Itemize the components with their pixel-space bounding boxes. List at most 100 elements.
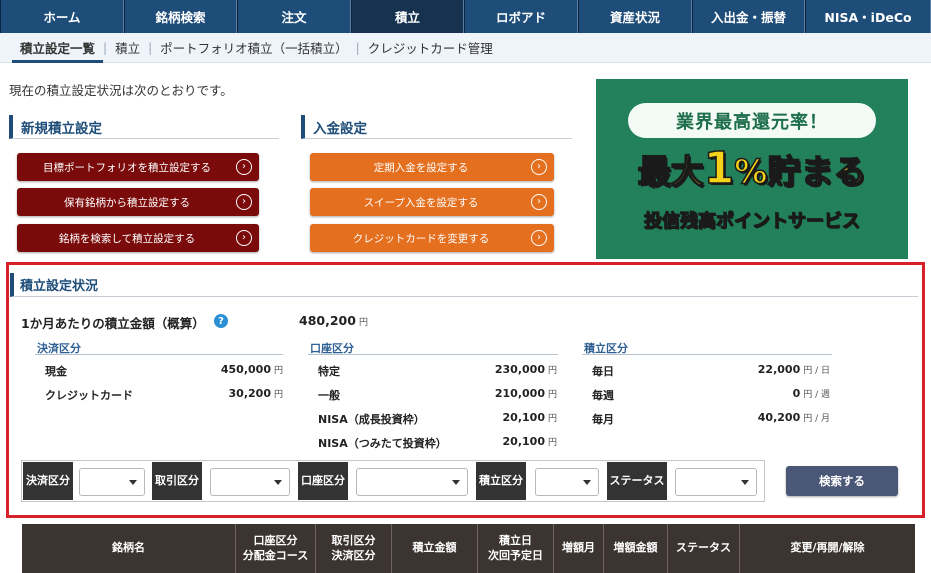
regular-deposit-label: 定期入金を設定する bbox=[373, 161, 469, 174]
account-row-value: 20,100 円 bbox=[457, 411, 557, 424]
status-heading: 積立設定状況 bbox=[10, 273, 918, 297]
chevron-down-icon bbox=[129, 480, 137, 485]
banner-pill: 業界最高還元率！ bbox=[628, 103, 876, 138]
filter-payment-select[interactable] bbox=[79, 468, 145, 496]
chevron-right-icon: › bbox=[236, 230, 252, 246]
account-row-label: NISA（つみたて投資枠） bbox=[318, 437, 447, 450]
nav-order[interactable]: 注文 bbox=[237, 0, 351, 33]
frequency-row-amount: 0 bbox=[792, 387, 801, 400]
chevron-right-icon: › bbox=[531, 194, 547, 210]
account-row-amount: 20,100 bbox=[502, 411, 545, 424]
account-row-value: 20,100 円 bbox=[457, 435, 557, 448]
col-date-next[interactable]: 積立日 次回予定日 bbox=[478, 524, 554, 573]
frequency-row-label: 毎月 bbox=[592, 413, 614, 426]
chevron-down-icon bbox=[452, 480, 460, 485]
search-stock-button[interactable]: 銘柄を検索して積立設定する › bbox=[17, 224, 259, 252]
promo-banner[interactable]: 業界最高還元率！ 最大1%貯まる 投信残高ポイントサービス bbox=[596, 79, 908, 259]
filter-account-select[interactable] bbox=[356, 468, 468, 496]
account-row-unit: 円 bbox=[547, 390, 557, 400]
monthly-amount-label: 1か月あたりの積立金額（概算） bbox=[21, 316, 205, 331]
chevron-right-icon: › bbox=[236, 159, 252, 175]
col-amount[interactable]: 積立金額 bbox=[392, 524, 478, 573]
payment-row-amount: 30,200 bbox=[228, 387, 271, 400]
frequency-group-heading: 積立区分 bbox=[582, 340, 832, 355]
subnav-credit-card[interactable]: クレジットカード管理 bbox=[360, 33, 501, 63]
help-icon[interactable]: ? bbox=[214, 314, 228, 328]
frequency-row-amount: 40,200 bbox=[757, 411, 801, 424]
search-stock-label: 銘柄を検索して積立設定する bbox=[58, 232, 196, 245]
sweep-deposit-label: スイープ入金を設定する bbox=[363, 196, 479, 209]
search-button[interactable]: 検索する bbox=[786, 466, 898, 496]
col-account-dividend[interactable]: 口座区分 分配金コース bbox=[236, 524, 316, 573]
filter-payment-label: 決済区分 bbox=[23, 462, 73, 500]
chevron-down-icon bbox=[583, 480, 591, 485]
col-trade-payment[interactable]: 取引区分 決済区分 bbox=[316, 524, 392, 573]
chevron-right-icon: › bbox=[531, 230, 547, 246]
change-credit-card-button[interactable]: クレジットカードを変更する › bbox=[310, 224, 554, 252]
change-credit-card-label: クレジットカードを変更する bbox=[352, 232, 490, 245]
account-row-value: 210,000 円 bbox=[457, 387, 557, 400]
account-group-heading: 口座区分 bbox=[308, 340, 558, 355]
col-increase-amount[interactable]: 増額金額 bbox=[604, 524, 668, 573]
banner-headline: 最大1%貯まる bbox=[596, 142, 908, 195]
monthly-amount-value: 480,200 円 bbox=[299, 313, 368, 328]
filter-frequency-select[interactable] bbox=[535, 468, 599, 496]
col-actions[interactable]: 変更/再開/解除 bbox=[740, 524, 915, 573]
frequency-row-value: 22,000 円 / 日 bbox=[710, 363, 830, 376]
payment-row-amount: 450,000 bbox=[220, 363, 271, 376]
payment-row-unit: 円 bbox=[273, 390, 283, 400]
subnav-portfolio-tsumitate[interactable]: ポートフォリオ積立（一括積立） bbox=[152, 33, 356, 63]
subnav-tsumitate-list[interactable]: 積立設定一覧 bbox=[12, 33, 104, 63]
account-row-unit: 円 bbox=[547, 414, 557, 424]
banner-headline-prefix: 最大 bbox=[637, 151, 705, 192]
top-nav: ホーム 銘柄検索 注文 積立 ロボアド 資産状況 入出金・振替 NISA・iDe… bbox=[0, 0, 931, 33]
target-portfolio-label: 目標ポートフォリオを積立設定する bbox=[43, 161, 211, 174]
new-tsumitate-heading: 新規積立設定 bbox=[9, 115, 279, 139]
frequency-row-label: 毎日 bbox=[592, 365, 614, 378]
nav-tsumitate[interactable]: 積立 bbox=[351, 0, 464, 33]
nav-robo-advisor[interactable]: ロボアド bbox=[464, 0, 578, 33]
target-portfolio-button[interactable]: 目標ポートフォリオを積立設定する › bbox=[17, 153, 259, 181]
col-status[interactable]: ステータス bbox=[668, 524, 740, 573]
account-row-label: 特定 bbox=[318, 365, 340, 378]
nav-home[interactable]: ホーム bbox=[0, 0, 124, 33]
banner-subtitle: 投信残高ポイントサービス bbox=[644, 211, 861, 233]
col-increase-month[interactable]: 増額月 bbox=[554, 524, 604, 573]
sub-nav: 積立設定一覧 | 積立 | ポートフォリオ積立（一括積立） | クレジットカード… bbox=[0, 33, 931, 63]
frequency-row-amount: 22,000 bbox=[757, 363, 801, 376]
chevron-right-icon: › bbox=[236, 194, 252, 210]
account-row-value: 230,000 円 bbox=[457, 363, 557, 376]
account-row-label: 一般 bbox=[318, 389, 340, 402]
nav-nisa-ideco[interactable]: NISA・iDeCo bbox=[805, 0, 931, 33]
account-row-label: NISA（成長投資枠） bbox=[318, 413, 425, 426]
frequency-row-value: 0円 / 週 bbox=[710, 387, 830, 400]
frequency-row-unit: 円 / 月 bbox=[803, 414, 830, 424]
account-row-unit: 円 bbox=[547, 366, 557, 376]
account-row-amount: 20,100 bbox=[502, 435, 545, 448]
account-row-unit: 円 bbox=[547, 438, 557, 448]
frequency-row-label: 毎週 bbox=[592, 389, 614, 402]
from-holdings-button[interactable]: 保有銘柄から積立設定する › bbox=[17, 188, 259, 216]
from-holdings-label: 保有銘柄から積立設定する bbox=[64, 196, 190, 209]
banner-headline-number: 1 bbox=[703, 142, 735, 195]
payment-row-unit: 円 bbox=[273, 366, 283, 376]
deposit-heading: 入金設定 bbox=[301, 115, 572, 139]
frequency-row-unit: 円 / 日 bbox=[803, 366, 830, 376]
subnav-tsumitate[interactable]: 積立 bbox=[107, 33, 148, 63]
sweep-deposit-button[interactable]: スイープ入金を設定する › bbox=[310, 188, 554, 216]
regular-deposit-button[interactable]: 定期入金を設定する › bbox=[310, 153, 554, 181]
col-stock-name[interactable]: 銘柄名 bbox=[22, 524, 236, 573]
nav-deposit-transfer[interactable]: 入出金・振替 bbox=[692, 0, 805, 33]
payment-row-label: クレジットカード bbox=[45, 389, 133, 402]
nav-stock-search[interactable]: 銘柄検索 bbox=[124, 0, 237, 33]
nav-asset-status[interactable]: 資産状況 bbox=[578, 0, 692, 33]
intro-text: 現在の積立設定状況は次のとおりです。 bbox=[9, 83, 233, 98]
monthly-amount-number: 480,200 bbox=[299, 313, 356, 328]
filter-trade-select[interactable] bbox=[210, 468, 290, 496]
payment-row-value: 30,200 円 bbox=[183, 387, 283, 400]
chevron-down-icon bbox=[274, 480, 282, 485]
payment-row-label: 現金 bbox=[45, 365, 67, 378]
payment-group-heading: 決済区分 bbox=[35, 340, 283, 355]
filter-status-label: ステータス bbox=[607, 462, 667, 500]
filter-status-select[interactable] bbox=[675, 468, 757, 496]
